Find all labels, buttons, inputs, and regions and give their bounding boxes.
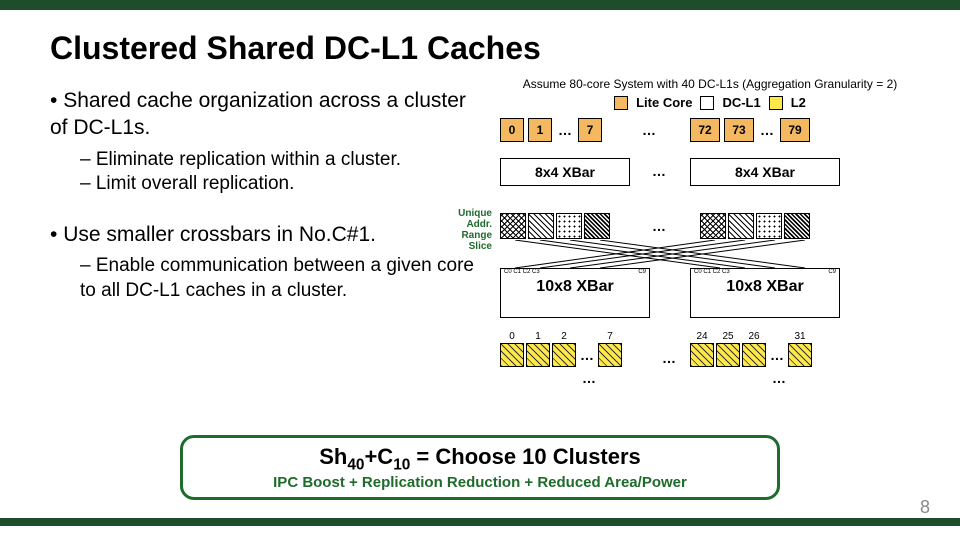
xbar-10x8-right: C0 C1 C2 C3 C9 10x8 XBar — [690, 268, 840, 318]
dots-icon: … — [650, 163, 668, 179]
xbar-label: 10x8 XBar — [501, 278, 649, 296]
swatch-lite-core — [614, 96, 628, 110]
dcl1-37: 37 — [728, 213, 754, 239]
equation-text: Sh40+C10 = Choose 10 Clusters — [193, 444, 767, 474]
eq-part: = Choose 10 Clusters — [410, 444, 640, 469]
l2-right: 24 25 26 … 31 — [690, 343, 812, 367]
dots-icon: … — [660, 350, 678, 366]
l2-7: 7 — [598, 343, 622, 367]
page-number: 8 — [920, 497, 930, 518]
diagram-panel: Assume 80-core System with 40 DC-L1s (Ag… — [480, 77, 940, 398]
assume-text: Assume 80-core System with 40 DC-L1s (Ag… — [480, 77, 940, 91]
dots-icon: … — [770, 370, 788, 386]
bullet-1: Shared cache organization across a clust… — [50, 87, 480, 142]
l2-25: 25 — [716, 343, 740, 367]
footer-subtext: IPC Boost + Replication Reduction + Redu… — [193, 474, 767, 491]
dcl1-3: 3 — [584, 213, 610, 239]
l2-1: 1 — [526, 343, 550, 367]
eq-sub: 10 — [393, 456, 410, 473]
core-73: 73 — [724, 118, 754, 142]
core-72: 72 — [690, 118, 720, 142]
xbar-ports: C0 C1 C2 C3 C9 — [691, 269, 839, 275]
dcl1-38: 38 — [756, 213, 782, 239]
legend: Lite Core DC-L1 L2 — [480, 95, 940, 110]
ports-left: C0 C1 C2 C3 — [694, 269, 730, 275]
eq-part: Sh — [319, 444, 347, 469]
xbar-ports: C0 C1 C2 C3 C9 — [501, 269, 649, 275]
bullet-2-sub-1: Enable communication between a given cor… — [80, 254, 480, 303]
dcl1-right: 36 37 38 39 — [700, 213, 810, 239]
dcl1-2: 2 — [556, 213, 582, 239]
footer-callout: Sh40+C10 = Choose 10 Clusters IPC Boost … — [180, 435, 780, 500]
cores-left: 0 1 … 7 — [500, 118, 602, 142]
xbar-10x8-left: C0 C1 C2 C3 C9 10x8 XBar — [500, 268, 650, 318]
top-bar — [0, 0, 960, 10]
dots-icon: … — [580, 370, 598, 386]
dots-icon: … — [640, 122, 658, 138]
dcl1-39: 39 — [784, 213, 810, 239]
bullet-2: Use smaller crossbars in No.C#1. — [50, 221, 480, 248]
label-line: Unique — [440, 208, 492, 219]
dcl1-left: 0 1 2 3 — [500, 213, 610, 239]
l2-24: 24 — [690, 343, 714, 367]
dcl1-0: 0 — [500, 213, 526, 239]
l2-31: 31 — [788, 343, 812, 367]
ports-right: C9 — [828, 269, 836, 275]
bullet-1-sub-1: Eliminate replication within a cluster. — [80, 148, 480, 173]
eq-part: +C — [364, 444, 393, 469]
swatch-dcl1 — [700, 96, 714, 110]
eq-sub: 40 — [347, 456, 364, 473]
legend-lite: Lite Core — [636, 95, 692, 110]
swatch-l2 — [769, 96, 783, 110]
xbar-8x4-left: 8x4 XBar — [500, 158, 630, 186]
content-area: Shared cache organization across a clust… — [0, 77, 960, 398]
core-7: 7 — [578, 118, 602, 142]
ports-right: C9 — [638, 269, 646, 275]
ports-left: C0 C1 C2 C3 — [504, 269, 540, 275]
l2-2: 2 — [552, 343, 576, 367]
dots-icon: … — [758, 122, 776, 138]
interconnect-lines — [480, 240, 900, 270]
core-1: 1 — [528, 118, 552, 142]
dots-icon: … — [556, 122, 574, 138]
bullet-1-sub-2: Limit overall replication. — [80, 172, 480, 197]
cores-right: 72 73 … 79 — [690, 118, 810, 142]
xbar-8x4-right: 8x4 XBar — [690, 158, 840, 186]
legend-dcl1: DC-L1 — [722, 95, 760, 110]
l2-0: 0 — [500, 343, 524, 367]
slide-title: Clustered Shared DC-L1 Caches — [0, 10, 960, 77]
dcl1-1: 1 — [528, 213, 554, 239]
core-79: 79 — [780, 118, 810, 142]
dots-icon: … — [650, 218, 668, 234]
l2-26: 26 — [742, 343, 766, 367]
bottom-bar — [0, 518, 960, 526]
dots-icon: … — [768, 347, 786, 363]
label-line: Addr. — [440, 219, 492, 230]
dots-icon: … — [578, 347, 596, 363]
core-0: 0 — [500, 118, 524, 142]
l2-left: 0 1 2 … 7 — [500, 343, 622, 367]
legend-l2: L2 — [791, 95, 806, 110]
xbar-label: 10x8 XBar — [691, 278, 839, 296]
dcl1-36: 36 — [700, 213, 726, 239]
diagram: 0 1 … 7 … 72 73 … 79 8x4 XBar … 8x4 XBar… — [480, 118, 940, 398]
bullet-list: Shared cache organization across a clust… — [50, 77, 480, 398]
